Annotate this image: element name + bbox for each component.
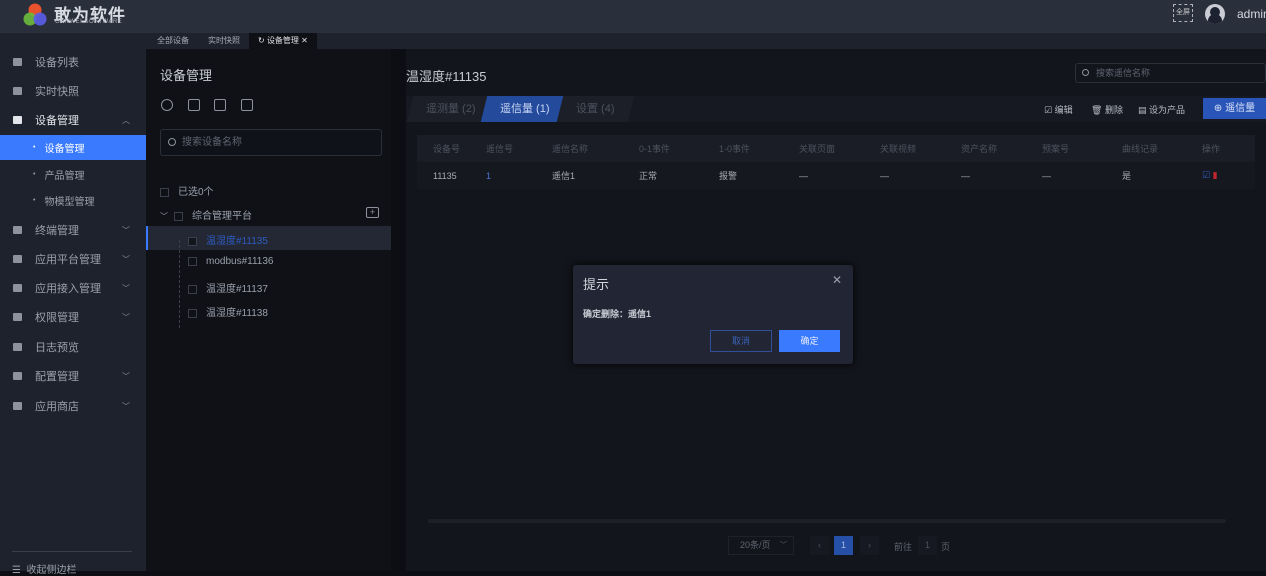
close-icon[interactable]: ✕ — [832, 273, 842, 287]
confirm-button[interactable]: 确定 — [779, 330, 840, 352]
cancel-button[interactable]: 取消 — [710, 330, 772, 352]
dialog-message: 确定删除：遥信1 — [583, 309, 652, 319]
confirm-dialog: 提示 ✕ 确定删除：遥信1 取消 确定 — [573, 265, 853, 364]
dialog-title: 提示 — [583, 277, 610, 292]
